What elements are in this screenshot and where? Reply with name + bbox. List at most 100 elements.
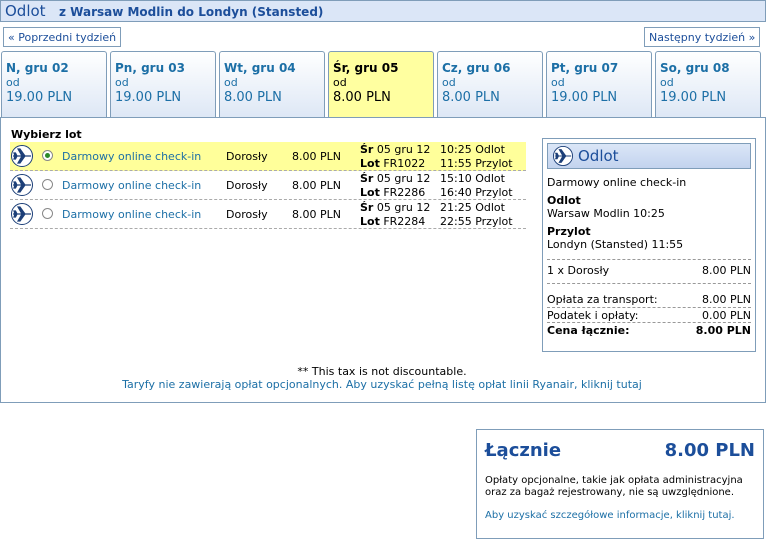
summary-arr-value: Londyn (Stansted) 11:55: [547, 238, 684, 251]
tab-price: 8.00 PLN: [224, 90, 282, 105]
flight-summary-box: Odlot Darmowy online check-in Odlot Wars…: [542, 138, 756, 352]
flight-row[interactable]: Darmowy online check-in Dorosły 8.00 PLN…: [10, 200, 526, 229]
passenger-type: Dorosły: [226, 179, 268, 192]
weekday: Śr: [360, 172, 374, 185]
airplane-icon: [11, 203, 33, 225]
fare-type: Darmowy online check-in: [62, 179, 202, 192]
summary-header: Odlot: [547, 143, 751, 169]
dep-label: Odlot: [475, 201, 505, 214]
fees-info-link[interactable]: Taryfy nie zawierają opłat opcjonalnych.…: [0, 378, 764, 391]
flight-times: 15:10 Odlot 16:40 Przylot: [440, 172, 513, 200]
tab-day-2[interactable]: Wt, gru 04 od 8.00 PLN: [219, 51, 325, 118]
date: 05 gru 12: [376, 143, 431, 156]
page-title: Odlot: [5, 2, 46, 20]
tab-date: N, gru 02: [6, 61, 69, 75]
tab-day-6[interactable]: So, gru 08 od 19.00 PLN: [655, 51, 761, 118]
tab-from-label: od: [660, 76, 674, 89]
arr-label: Przylot: [475, 186, 513, 199]
next-week-button[interactable]: Następny tydzień »: [644, 27, 761, 47]
date: 05 gru 12: [376, 201, 431, 214]
summary-transport-value: 8.00 PLN: [702, 293, 751, 306]
arr-time: 22:55: [440, 215, 472, 228]
tab-price: 19.00 PLN: [115, 90, 182, 105]
tab-price: 19.00 PLN: [551, 90, 618, 105]
flight-price: 8.00 PLN: [292, 208, 341, 221]
choose-flight-heading: Wybierz lot: [11, 128, 82, 141]
arr-time: 11:55: [440, 157, 472, 170]
divider: [547, 283, 751, 284]
arr-label: Przylot: [475, 157, 513, 170]
flight-date-info: Śr 05 gru 12 Lot FR1022: [360, 143, 430, 171]
page-header: Odlot z Warsaw Modlin do Londyn (Stanste…: [0, 0, 766, 22]
tab-day-5[interactable]: Pt, gru 07 od 19.00 PLN: [546, 51, 652, 118]
summary-dep-value: Warsaw Modlin 10:25: [547, 207, 665, 220]
weekday: Śr: [360, 201, 374, 214]
summary-pax-price: 8.00 PLN: [702, 264, 751, 277]
divider: [547, 259, 751, 260]
arr-label: Przylot: [475, 215, 513, 228]
summary-total-value: 8.00 PLN: [695, 324, 751, 337]
flight-price: 8.00 PLN: [292, 150, 341, 163]
arr-time: 16:40: [440, 186, 472, 199]
summary-pax-line: 1 x Dorosły: [547, 264, 610, 277]
summary-dep-label: Odlot: [547, 194, 581, 207]
tab-price: 8.00 PLN: [333, 90, 391, 105]
flight-radio[interactable]: [42, 179, 53, 190]
optional-fees-note: Opłaty opcjonalne, takie jak opłata admi…: [485, 475, 743, 498]
summary-tax-value: 0.00 PLN: [702, 309, 751, 322]
flight-radio[interactable]: [42, 208, 53, 219]
flight-times: 21:25 Odlot 22:55 Przylot: [440, 201, 513, 229]
tab-date: Cz, gru 06: [442, 61, 511, 75]
divider: [547, 307, 751, 308]
airplane-icon: [553, 146, 573, 166]
flight-row[interactable]: Darmowy online check-in Dorosły 8.00 PLN…: [10, 142, 526, 171]
summary-title: Odlot: [578, 147, 619, 165]
tab-from-label: od: [224, 76, 238, 89]
flight-label: Lot: [360, 215, 380, 228]
route-subtitle: z Warsaw Modlin do Londyn (Stansted): [59, 5, 324, 19]
passenger-type: Dorosły: [226, 150, 268, 163]
flight-number: FR2286: [383, 186, 426, 199]
summary-arr-label: Przylot: [547, 225, 591, 238]
total-label: Łącznie: [485, 440, 562, 461]
flight-date-info: Śr 05 gru 12 Lot FR2286: [360, 172, 430, 200]
tab-day-0[interactable]: N, gru 02 od 19.00 PLN: [1, 51, 107, 118]
tab-from-label: od: [442, 76, 456, 89]
date: 05 gru 12: [376, 172, 431, 185]
details-link[interactable]: Aby uzyskać szczegółowe informacje, klik…: [485, 510, 749, 522]
airplane-icon: [11, 145, 33, 167]
tab-day-3-selected[interactable]: Śr, gru 05 od 8.00 PLN: [328, 51, 434, 118]
fare-type: Darmowy online check-in: [62, 150, 202, 163]
flight-radio[interactable]: [42, 150, 53, 161]
tab-from-label: od: [551, 76, 565, 89]
flight-label: Lot: [360, 157, 380, 170]
tab-from-label: od: [6, 76, 20, 89]
tab-date: Pt, gru 07: [551, 61, 619, 75]
passenger-type: Dorosły: [226, 208, 268, 221]
summary-total-label: Cena łącznie:: [547, 324, 630, 337]
summary-tax-label: Podatek i opłaty:: [547, 309, 639, 322]
dep-label: Odlot: [475, 172, 505, 185]
dep-time: 21:25: [440, 201, 472, 214]
prev-week-button[interactable]: « Poprzedni tydzień: [3, 27, 122, 47]
total-value: 8.00 PLN: [664, 440, 755, 461]
summary-fare: Darmowy online check-in: [547, 176, 687, 189]
flight-label: Lot: [360, 186, 380, 199]
tab-price: 19.00 PLN: [6, 90, 73, 105]
tab-day-1[interactable]: Pn, gru 03 od 19.00 PLN: [110, 51, 216, 118]
tab-day-4[interactable]: Cz, gru 06 od 8.00 PLN: [437, 51, 543, 118]
weekday: Śr: [360, 143, 374, 156]
tab-from-label: od: [115, 76, 129, 89]
tax-note: ** This tax is not discountable.: [297, 365, 467, 378]
flight-times: 10:25 Odlot 11:55 Przylot: [440, 143, 513, 171]
airplane-icon: [11, 174, 33, 196]
tab-date: Śr, gru 05: [333, 61, 399, 75]
tab-from-label: od: [333, 76, 347, 89]
flight-date-info: Śr 05 gru 12 Lot FR2284: [360, 201, 430, 229]
flight-number: FR1022: [383, 157, 426, 170]
dep-time: 10:25: [440, 143, 472, 156]
flight-price: 8.00 PLN: [292, 179, 341, 192]
tab-price: 8.00 PLN: [442, 90, 500, 105]
dep-time: 15:10: [440, 172, 472, 185]
flight-row[interactable]: Darmowy online check-in Dorosły 8.00 PLN…: [10, 171, 526, 200]
